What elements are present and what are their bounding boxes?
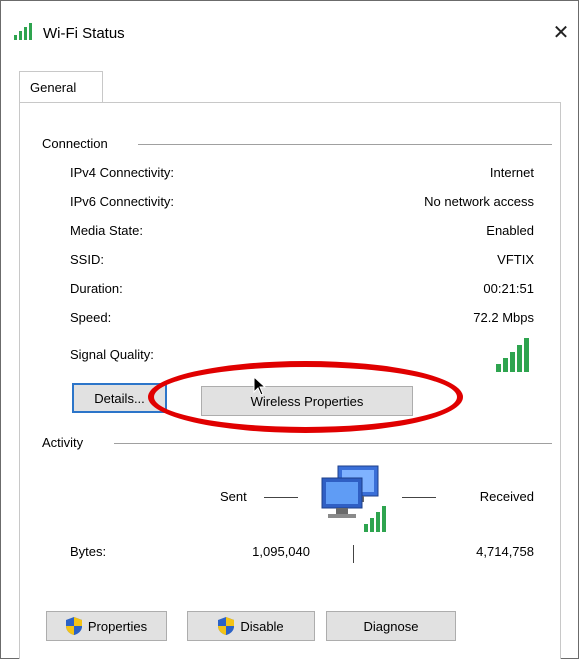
speed-value: 72.2 Mbps	[473, 310, 534, 325]
window-title: Wi-Fi Status	[43, 25, 125, 42]
connection-heading: Connection	[42, 136, 108, 151]
media-state-label: Media State:	[70, 223, 143, 238]
uac-shield-icon	[218, 617, 235, 635]
network-computers-icon	[321, 465, 386, 532]
properties-button[interactable]: Properties	[46, 611, 167, 641]
tab-general[interactable]: General	[19, 71, 103, 102]
general-panel: Connection IPv4 Connectivity: Internet I…	[19, 102, 561, 659]
tab-strip: General	[19, 71, 570, 103]
sent-line	[264, 497, 298, 498]
ipv4-label: IPv4 Connectivity:	[70, 165, 175, 180]
bytes-sent-value: 1,095,040	[252, 544, 310, 559]
disable-label: Disable	[240, 618, 284, 634]
ipv4-value: Internet	[489, 165, 534, 180]
speed-label: Speed:	[70, 310, 112, 325]
duration-value: 00:21:51	[483, 281, 534, 296]
bytes-divider	[353, 545, 354, 563]
details-button[interactable]: Details...	[72, 383, 167, 413]
diagnose-button[interactable]: Diagnose	[326, 611, 456, 641]
signal-bars-icon	[496, 338, 529, 372]
activity-heading: Activity	[42, 435, 84, 450]
wireless-properties-button[interactable]: Wireless Properties	[201, 386, 413, 416]
disable-button[interactable]: Disable	[187, 611, 315, 641]
ssid-label: SSID:	[70, 252, 104, 267]
mouse-cursor-icon	[253, 376, 267, 396]
signal-quality-label: Signal Quality:	[70, 347, 154, 362]
duration-label: Duration:	[70, 281, 123, 296]
title-bar: Wi-Fi Status ✕	[1, 1, 578, 71]
ipv6-label: IPv6 Connectivity:	[70, 194, 175, 209]
bytes-received-value: 4,714,758	[476, 544, 534, 559]
uac-shield-icon	[65, 617, 82, 635]
wifi-status-window: Wi-Fi Status ✕ General Connection IPv4 C…	[0, 0, 579, 659]
wifi-signal-icon	[14, 23, 32, 40]
ipv6-value: No network access	[424, 194, 534, 209]
properties-label: Properties	[87, 618, 148, 634]
ssid-value: VFTIX	[497, 252, 534, 267]
received-label: Received	[479, 489, 534, 504]
close-button[interactable]: ✕	[548, 17, 574, 47]
media-state-value: Enabled	[486, 223, 534, 238]
sent-label: Sent	[220, 489, 247, 504]
connection-divider	[138, 144, 552, 145]
received-line	[402, 497, 436, 498]
bytes-label: Bytes:	[70, 544, 107, 559]
activity-divider	[114, 443, 552, 444]
close-icon: ✕	[552, 21, 570, 44]
